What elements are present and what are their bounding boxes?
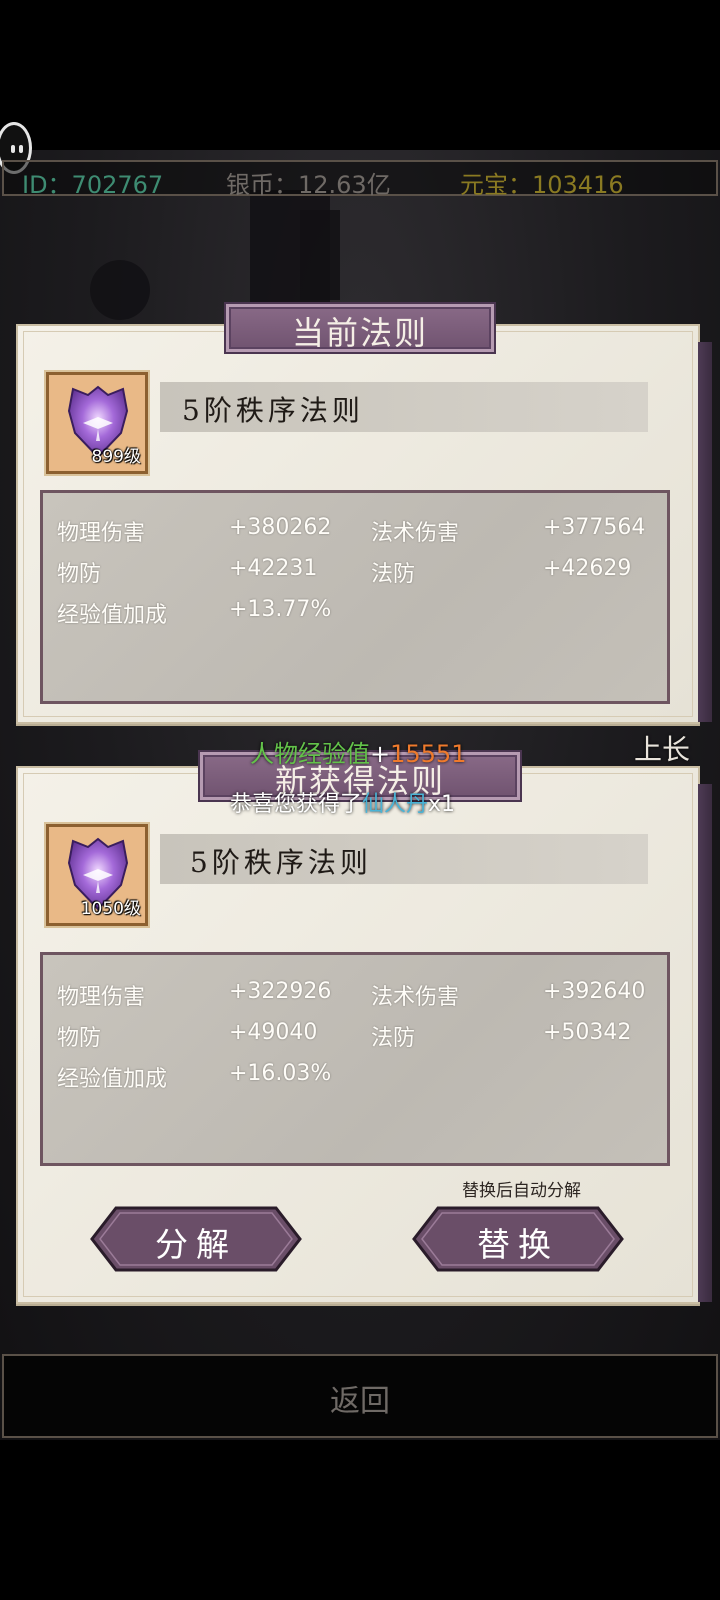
auto-decompose-note: 替换后自动分解	[462, 1181, 581, 1201]
exp-plus: +	[370, 740, 391, 768]
stat-value: +392640	[543, 979, 646, 1004]
side-decoration-text: 上长	[633, 733, 690, 766]
stat-label: 物理伤害	[57, 521, 146, 546]
stats-box: 物理伤害 +380262 法术伤害 +377564 物防 +42231 法防 +…	[40, 490, 670, 704]
item-level: 899级	[91, 447, 141, 467]
stat-value: +42629	[543, 556, 632, 581]
reward-count: x1	[428, 792, 456, 817]
item-level: 1050级	[80, 899, 141, 919]
stat-value: +50342	[543, 1020, 632, 1045]
stat-value: +49040	[229, 1020, 318, 1045]
exp-gain-toast: 人物经验值+15551	[250, 734, 466, 769]
exp-label: 人物经验值	[250, 740, 370, 768]
decompose-button[interactable]: 分解	[90, 1206, 302, 1272]
stat-value: +13.77%	[229, 597, 332, 622]
item-name-bar: 5阶秩序法则	[160, 382, 648, 432]
back-button[interactable]: 返回	[2, 1354, 718, 1438]
current-rule-item[interactable]: 899级	[46, 372, 148, 474]
stat-label: 物防	[57, 1026, 102, 1051]
currency-bar: ID：702767 银币：12.63亿 元宝：103416	[2, 160, 718, 199]
silver-balance: 银币：12.63亿	[226, 171, 391, 199]
stats-box: 物理伤害 +322926 法术伤害 +392640 物防 +49040 法防 +…	[40, 952, 670, 1166]
stat-value: +377564	[543, 515, 646, 540]
stat-label: 法术伤害	[371, 521, 460, 546]
stat-label: 法术伤害	[371, 985, 460, 1010]
new-rule-item[interactable]: 1050级	[46, 824, 148, 926]
stat-label: 物理伤害	[57, 985, 146, 1010]
item-name: 5阶秩序法则	[190, 846, 372, 879]
replace-label: 替换	[477, 1225, 559, 1264]
replace-button[interactable]: 替换	[412, 1206, 624, 1272]
stat-label: 法防	[371, 1026, 416, 1051]
item-gain-toast: 恭喜您获得了仙人丹x1	[230, 786, 455, 818]
exp-value: 15551	[390, 740, 467, 768]
yuanbao-balance: 元宝：103416	[460, 171, 624, 199]
stat-value: +322926	[229, 979, 332, 1004]
current-rule-banner: 当前法则	[224, 302, 496, 354]
new-rule-panel: 1050级 5阶秩序法则 物理伤害 +322926 法术伤害 +392640 物…	[16, 766, 712, 1304]
stat-label: 经验值加成	[57, 603, 168, 628]
stat-label: 物防	[57, 562, 102, 587]
banner-title: 当前法则	[291, 314, 428, 352]
congrats-text: 恭喜您获得了	[230, 792, 363, 817]
back-label: 返回	[330, 1384, 390, 1419]
stat-value: +16.03%	[229, 1061, 332, 1086]
current-rule-panel: 899级 5阶秩序法则 物理伤害 +380262 法术伤害 +377564 物防…	[16, 324, 712, 724]
stat-label: 经验值加成	[57, 1067, 168, 1092]
item-name: 5阶秩序法则	[182, 394, 364, 427]
stat-value: +42231	[229, 556, 318, 581]
stat-value: +380262	[229, 515, 332, 540]
reward-item: 仙人丹	[362, 792, 429, 817]
stat-label: 法防	[371, 562, 416, 587]
player-id: ID：702767	[22, 171, 164, 199]
decompose-label: 分解	[155, 1225, 237, 1264]
item-name-bar: 5阶秩序法则	[160, 834, 648, 884]
